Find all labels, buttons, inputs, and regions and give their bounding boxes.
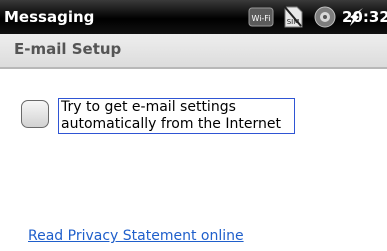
auto-settings-checkbox[interactable] xyxy=(21,100,49,128)
auto-settings-label[interactable]: Try to get e-mail settings automatically… xyxy=(58,98,295,134)
status-bar: Messaging Wi-Fi SIM 20:32 xyxy=(0,0,387,34)
sim-icon: SIM xyxy=(283,5,303,28)
app-name: Messaging xyxy=(4,8,95,26)
page-title: E-mail Setup xyxy=(14,40,122,58)
title-bar: E-mail Setup xyxy=(0,34,387,69)
clock: 20:32 xyxy=(342,8,387,26)
privacy-statement-link[interactable]: Read Privacy Statement online xyxy=(28,228,244,244)
sync-icon xyxy=(314,6,336,28)
wifi-icon: Wi-Fi xyxy=(248,7,274,27)
wifi-icon-text: Wi-Fi xyxy=(251,14,270,23)
sim-icon-text: SIM xyxy=(287,18,300,26)
